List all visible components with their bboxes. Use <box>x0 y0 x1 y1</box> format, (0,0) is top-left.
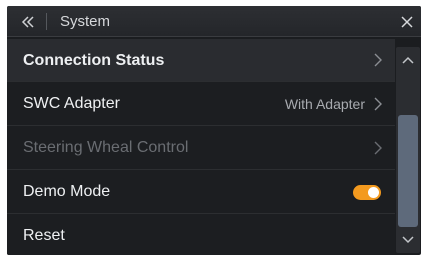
setting-label: Reset <box>23 227 65 244</box>
chevron-down-icon <box>402 236 414 244</box>
setting-value: With Adapter <box>284 96 365 112</box>
setting-swc-adapter[interactable]: SWC Adapter With Adapter <box>7 82 395 126</box>
setting-steering-wheel-control: Steering Wheal Control <box>7 126 395 170</box>
setting-label: SWC Adapter <box>23 95 120 112</box>
setting-demo-mode: Demo Mode <box>7 170 395 214</box>
scroll-down-button[interactable] <box>396 229 420 251</box>
setting-reset[interactable]: Reset <box>7 214 395 255</box>
setting-label: Connection Status <box>23 52 165 69</box>
chevron-up-icon <box>402 56 414 64</box>
scroll-up-button[interactable] <box>396 49 420 71</box>
toggle-knob <box>368 187 379 198</box>
header-bar: System <box>7 6 421 37</box>
system-settings-screen: System Connection Status SWC Adapter Wit… <box>7 6 421 255</box>
close-icon <box>401 15 413 28</box>
chevron-right-icon <box>374 53 382 67</box>
back-button[interactable] <box>9 6 47 37</box>
settings-list: Connection Status SWC Adapter With Adapt… <box>7 39 395 255</box>
setting-label: Steering Wheal Control <box>23 139 189 156</box>
chevron-right-icon <box>374 97 382 111</box>
setting-connection-status[interactable]: Connection Status <box>7 39 395 82</box>
demo-mode-toggle[interactable] <box>353 185 381 200</box>
chevron-right-icon <box>374 141 382 155</box>
scrollbar-thumb[interactable] <box>398 115 418 227</box>
double-chevron-left-icon <box>21 15 34 28</box>
scrollbar[interactable] <box>396 47 420 253</box>
header-divider <box>46 13 47 30</box>
page-title: System <box>60 13 111 30</box>
setting-label: Demo Mode <box>23 183 111 200</box>
close-button[interactable] <box>393 6 421 37</box>
